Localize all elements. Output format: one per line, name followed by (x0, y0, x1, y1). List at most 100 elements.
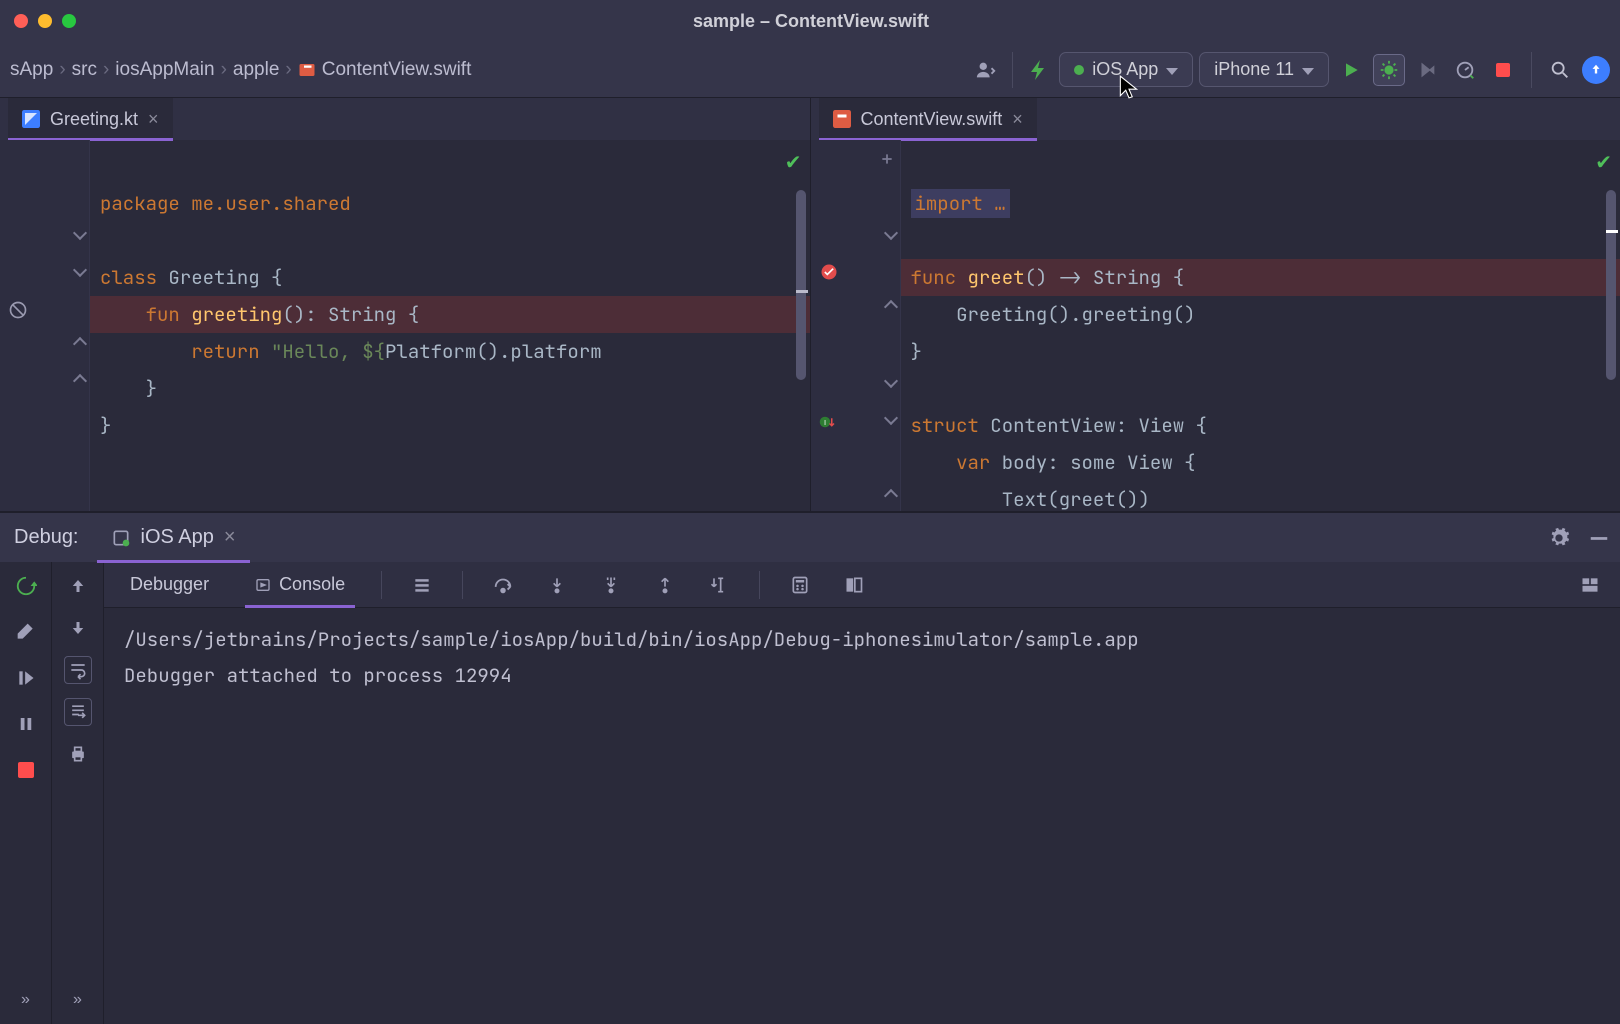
code-fn: greeting (180, 302, 283, 327)
crumb-2[interactable]: iosAppMain (115, 59, 214, 81)
step-into-icon[interactable] (543, 571, 571, 599)
rerun-icon[interactable] (12, 572, 40, 600)
close-window[interactable] (14, 14, 28, 28)
code-id: body (990, 450, 1047, 475)
run-config-select[interactable]: iOS App (1059, 52, 1193, 87)
fold-icon[interactable] (73, 226, 87, 240)
run-button[interactable] (1335, 54, 1367, 86)
gutter-left[interactable] (0, 140, 90, 511)
evaluate-icon[interactable] (786, 571, 814, 599)
minimize-panel-icon[interactable] (1588, 527, 1610, 549)
editor-right-pane: ContentView.swift × I (810, 98, 1620, 511)
code-left: package me.user.shared class Greeting { … (100, 148, 786, 444)
more-icon[interactable]: » (12, 986, 40, 1014)
step-over-icon[interactable] (489, 571, 517, 599)
chevron-down-icon (1302, 59, 1314, 80)
run-config-label: iOS App (1092, 59, 1158, 80)
trace-icon[interactable] (840, 571, 868, 599)
run-to-cursor-icon[interactable] (705, 571, 733, 599)
editor-left-pane: Greeting.kt × ✔ package me.user.shared c… (0, 98, 810, 511)
more-icon[interactable]: » (64, 986, 92, 1014)
down-stack-icon[interactable] (64, 614, 92, 642)
fold-end-icon[interactable] (883, 300, 897, 314)
scrollbar[interactable] (1606, 190, 1616, 380)
debug-nav-col: » (52, 562, 104, 1024)
maximize-window[interactable] (62, 14, 76, 28)
profiler-button[interactable] (1449, 54, 1481, 86)
fold-end-icon[interactable] (73, 337, 87, 351)
code-text: () -> String { (1025, 265, 1185, 290)
resume-icon[interactable] (12, 664, 40, 692)
console-icon (255, 577, 271, 593)
modify-run-icon[interactable] (12, 618, 40, 646)
fold-icon[interactable] (73, 263, 87, 277)
debug-panel-header: Debug: iOS App × (0, 512, 1620, 562)
gear-icon[interactable] (1548, 527, 1570, 549)
editor-split: Greeting.kt × ✔ package me.user.shared c… (0, 98, 1620, 512)
fold-icon[interactable] (883, 374, 897, 388)
code-right: import … func greet() -> String { Greeti… (911, 148, 1597, 511)
soft-wrap-icon[interactable] (64, 656, 92, 684)
code-kw: fun (146, 302, 180, 327)
editor-right[interactable]: I ✔ import … func greet() -> String { Gr… (811, 140, 1620, 511)
editor-left[interactable]: ✔ package me.user.shared class Greeting … (0, 140, 810, 511)
override-icon[interactable]: I (819, 413, 837, 431)
console-tab[interactable]: Console (245, 562, 355, 608)
console-tab-label: Console (279, 574, 345, 595)
debugger-tab[interactable]: Debugger (120, 562, 219, 608)
app-icon (111, 528, 131, 548)
coverage-button[interactable] (1411, 54, 1443, 86)
gutter-right[interactable]: I (811, 140, 901, 511)
step-out-icon[interactable] (651, 571, 679, 599)
stop-debug-icon[interactable] (12, 756, 40, 784)
debug-button[interactable] (1373, 54, 1405, 86)
console-header: Debugger Console (104, 562, 1620, 608)
minimize-window[interactable] (38, 14, 52, 28)
console-area: Debugger Console /Users/jetbrains/Projec… (104, 562, 1620, 1024)
crumb-3[interactable]: apple (233, 59, 280, 81)
fold-end-icon[interactable] (73, 374, 87, 388)
vcs-user-icon[interactable] (972, 56, 1000, 84)
expand-fold-icon[interactable] (880, 152, 894, 166)
device-label: iPhone 11 (1214, 59, 1294, 80)
crumb-0[interactable]: sApp (10, 59, 53, 81)
stop-button[interactable] (1487, 54, 1519, 86)
swift-file-icon (298, 61, 316, 79)
code-line: package me.user.shared (100, 191, 351, 216)
chevron-down-icon (1166, 59, 1178, 80)
device-select[interactable]: iPhone 11 (1199, 52, 1329, 87)
code-line: } (100, 413, 111, 438)
tab-contentview[interactable]: ContentView.swift × (819, 98, 1037, 140)
debug-tab-iosapp[interactable]: iOS App × (97, 513, 250, 563)
close-icon[interactable]: × (1012, 109, 1023, 130)
search-button[interactable] (1544, 54, 1576, 86)
build-icon[interactable] (1025, 56, 1053, 84)
tab-greeting[interactable]: Greeting.kt × (8, 98, 173, 140)
force-step-into-icon[interactable] (597, 571, 625, 599)
fold-icon[interactable] (883, 411, 897, 425)
close-icon[interactable]: × (148, 109, 159, 130)
threads-icon[interactable] (408, 571, 436, 599)
console-output[interactable]: /Users/jetbrains/Projects/sample/iosApp/… (104, 608, 1620, 1024)
print-icon[interactable] (64, 740, 92, 768)
code-id: Platform().platform (385, 339, 602, 364)
fold-icon[interactable] (883, 226, 897, 240)
breakpoint-icon[interactable] (819, 262, 839, 282)
crumb-1[interactable]: src (72, 59, 97, 81)
breakpoint-disabled-icon[interactable] (8, 300, 28, 320)
debug-tab-label: iOS App (141, 526, 214, 549)
window-title: sample – ContentView.swift (76, 11, 1546, 32)
crumb-4[interactable]: ContentView.swift (298, 59, 472, 81)
check-icon: ✔ (1595, 150, 1612, 175)
scroll-end-icon[interactable] (64, 698, 92, 726)
fold-end-icon[interactable] (883, 489, 897, 503)
close-icon[interactable]: × (224, 526, 236, 549)
layout-icon[interactable] (1576, 571, 1604, 599)
update-button[interactable] (1582, 56, 1610, 84)
up-stack-icon[interactable] (64, 572, 92, 600)
breadcrumb: sApp› src› iosAppMain› apple› ContentVie… (10, 59, 471, 81)
svg-text:I: I (823, 418, 825, 427)
code-line: } (911, 339, 922, 364)
scrollbar[interactable] (796, 190, 806, 380)
pause-icon[interactable] (12, 710, 40, 738)
